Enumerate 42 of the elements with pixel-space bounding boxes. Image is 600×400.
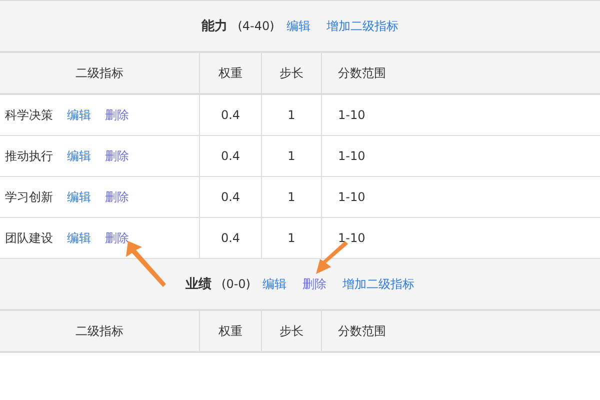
table-cell: 0.4 [200,95,262,135]
table-cell: 0.4 [200,177,262,217]
column-header: 分数范围 [337,322,387,340]
table-cell-text: 1-10 [337,148,366,165]
column-header: 二级指标 [0,53,200,93]
table-cell-text: 1-10 [337,189,366,206]
arrow [316,241,348,274]
column-header: 权重 [200,53,262,93]
column-header: 二级指标 [0,311,200,351]
score-range-text: (4-40) [238,19,274,33]
indicator-name: 团队建设 [5,230,53,246]
add-link[interactable]: 增加二级指标 [326,18,398,34]
edit-link[interactable]: 编辑 [67,230,91,246]
delete-link[interactable]: 删除 [302,276,326,292]
delete-link[interactable]: 删除 [105,230,129,246]
score-range-text: (0-0) [222,277,250,291]
delete-link[interactable]: 删除 [105,188,129,206]
add-link[interactable]: 增加二级指标 [342,276,414,292]
edit-link[interactable]: 编辑 [262,276,286,292]
indicator-name: 科学决策 [5,106,53,124]
delete-link[interactable]: 删除 [105,106,129,124]
delete-link[interactable]: 删除 [105,148,129,164]
indicator-name: 推动执行 [5,148,53,164]
group-title: 能力 [202,18,228,35]
table-cell: 0.4 [200,218,262,258]
edit-link[interactable]: 编辑 [67,148,91,164]
table-cell: 1 [262,136,322,176]
group-title: 业绩 [186,276,212,293]
table-cell: 1 [262,218,322,258]
table-cell: 1 [262,95,322,135]
column-header: 权重 [200,311,262,351]
column-header: 步长 [262,311,322,351]
column-header: 分数范围 [337,64,387,82]
edit-link[interactable]: 编辑 [67,106,91,124]
column-header: 步长 [262,53,322,93]
edit-link[interactable]: 编辑 [286,18,310,34]
table-cell: 1 [262,177,322,217]
edit-link[interactable]: 编辑 [67,188,91,206]
table-cell-text: 1-10 [337,230,366,247]
indicator-name: 学习创新 [5,188,53,206]
table-cell: 0.4 [200,136,262,176]
table-cell-text: 1-10 [337,107,366,124]
